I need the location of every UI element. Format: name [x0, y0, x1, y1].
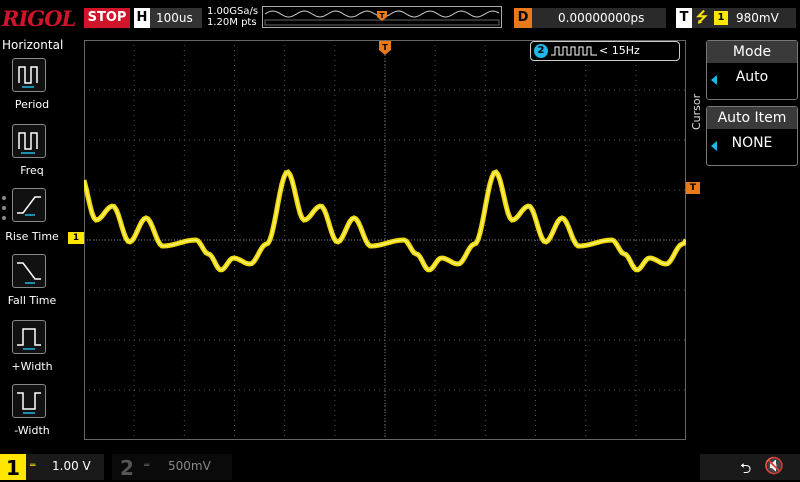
trigger-marker-letter: T [382, 43, 388, 52]
page-dot-1 [2, 196, 6, 200]
trigger-indicator[interactable]: T ⭍ 1 980mV [676, 8, 796, 28]
frequency-icon [18, 132, 38, 154]
waveform-display[interactable] [84, 40, 686, 440]
pulse-train-icon [551, 46, 597, 56]
ch2-number: 2 [120, 456, 134, 480]
cursor-mode-button[interactable]: Mode Auto [706, 40, 798, 100]
ch2-frequency-readout: 2 < 15Hz [530, 41, 680, 61]
positive-width-icon [17, 328, 41, 350]
speaker-muted-icon[interactable]: 🔇 [764, 456, 784, 475]
delay-value: 0.00000000ps [558, 11, 645, 25]
timebase-label: H [134, 8, 150, 28]
freq-button[interactable] [12, 124, 46, 158]
timebase-value: 100us [156, 11, 193, 25]
page-dot-2 [2, 206, 6, 210]
fall-time-button[interactable] [12, 254, 46, 288]
ch2-status[interactable]: 2 ═ 500mV [112, 454, 232, 480]
ch1-status[interactable]: 1 ═ 1.00 V [0, 454, 104, 480]
cursor-menu-label: Cursor [690, 93, 703, 130]
negative-width-label: -Width [14, 424, 50, 437]
menu-title: Horizontal [2, 38, 64, 52]
memory-depth: 1.20M pts [207, 17, 257, 28]
auto-item-value: NONE [731, 135, 773, 151]
fall-time-icon [17, 262, 41, 284]
rising-edge-icon: ⭍ [696, 10, 708, 26]
run-stop-status[interactable]: STOP [84, 8, 130, 28]
delay-label: D [514, 8, 532, 28]
fall-time-label: Fall Time [7, 294, 57, 307]
waveform-memory-overview[interactable]: T [262, 6, 502, 28]
period-icon [18, 66, 38, 88]
trigger-position-letter: T [380, 12, 385, 20]
ch1-scale: 1.00 V [52, 459, 91, 473]
negative-width-button[interactable] [12, 384, 46, 418]
page-dot-3 [2, 216, 6, 220]
ch2-badge-number: 2 [534, 44, 548, 58]
rise-time-button[interactable] [12, 188, 46, 222]
timebase-indicator[interactable]: H 100us [134, 8, 202, 28]
trigger-position-marker[interactable]: T [379, 40, 391, 55]
graticule [84, 40, 686, 440]
period-label: Period [14, 98, 50, 111]
cursor-mode-value: Auto [735, 69, 769, 85]
positive-width-label: +Width [11, 360, 53, 373]
auto-item-title: Auto Item [707, 107, 797, 129]
rise-time-icon [17, 196, 41, 216]
positive-width-button[interactable] [12, 320, 46, 354]
ch1-number: 1 [6, 456, 20, 480]
ch1-offset-marker[interactable]: 1 [68, 232, 84, 244]
trigger-label: T [676, 8, 692, 28]
auto-item-button[interactable]: Auto Item NONE [706, 106, 798, 166]
freq-label: Freq [20, 164, 44, 177]
ch2-frequency-value: < 15Hz [599, 44, 640, 57]
dc-coupling-icon: ═ [144, 461, 150, 471]
period-button[interactable] [12, 58, 46, 92]
trigger-level-marker[interactable]: T [686, 182, 700, 194]
acquisition-info: 1.00GSa/s 1.20M pts [207, 6, 258, 28]
ch2-scale: 500mV [168, 459, 211, 473]
sample-rate: 1.00GSa/s [207, 6, 259, 17]
trigger-level-value: 980mV [736, 11, 779, 25]
cursor-mode-title: Mode [707, 41, 797, 63]
rise-time-label: Rise Time [5, 230, 59, 243]
dc-coupling-icon: ═ [30, 461, 36, 471]
usb-icon: ⮌ [740, 461, 752, 477]
delay-indicator[interactable]: D 0.00000000ps [514, 8, 666, 28]
trigger-position-icon: T [377, 6, 387, 21]
trigger-channel: 1 [714, 11, 728, 25]
brand-logo: RIGOL [2, 6, 76, 31]
negative-width-icon [17, 392, 41, 414]
